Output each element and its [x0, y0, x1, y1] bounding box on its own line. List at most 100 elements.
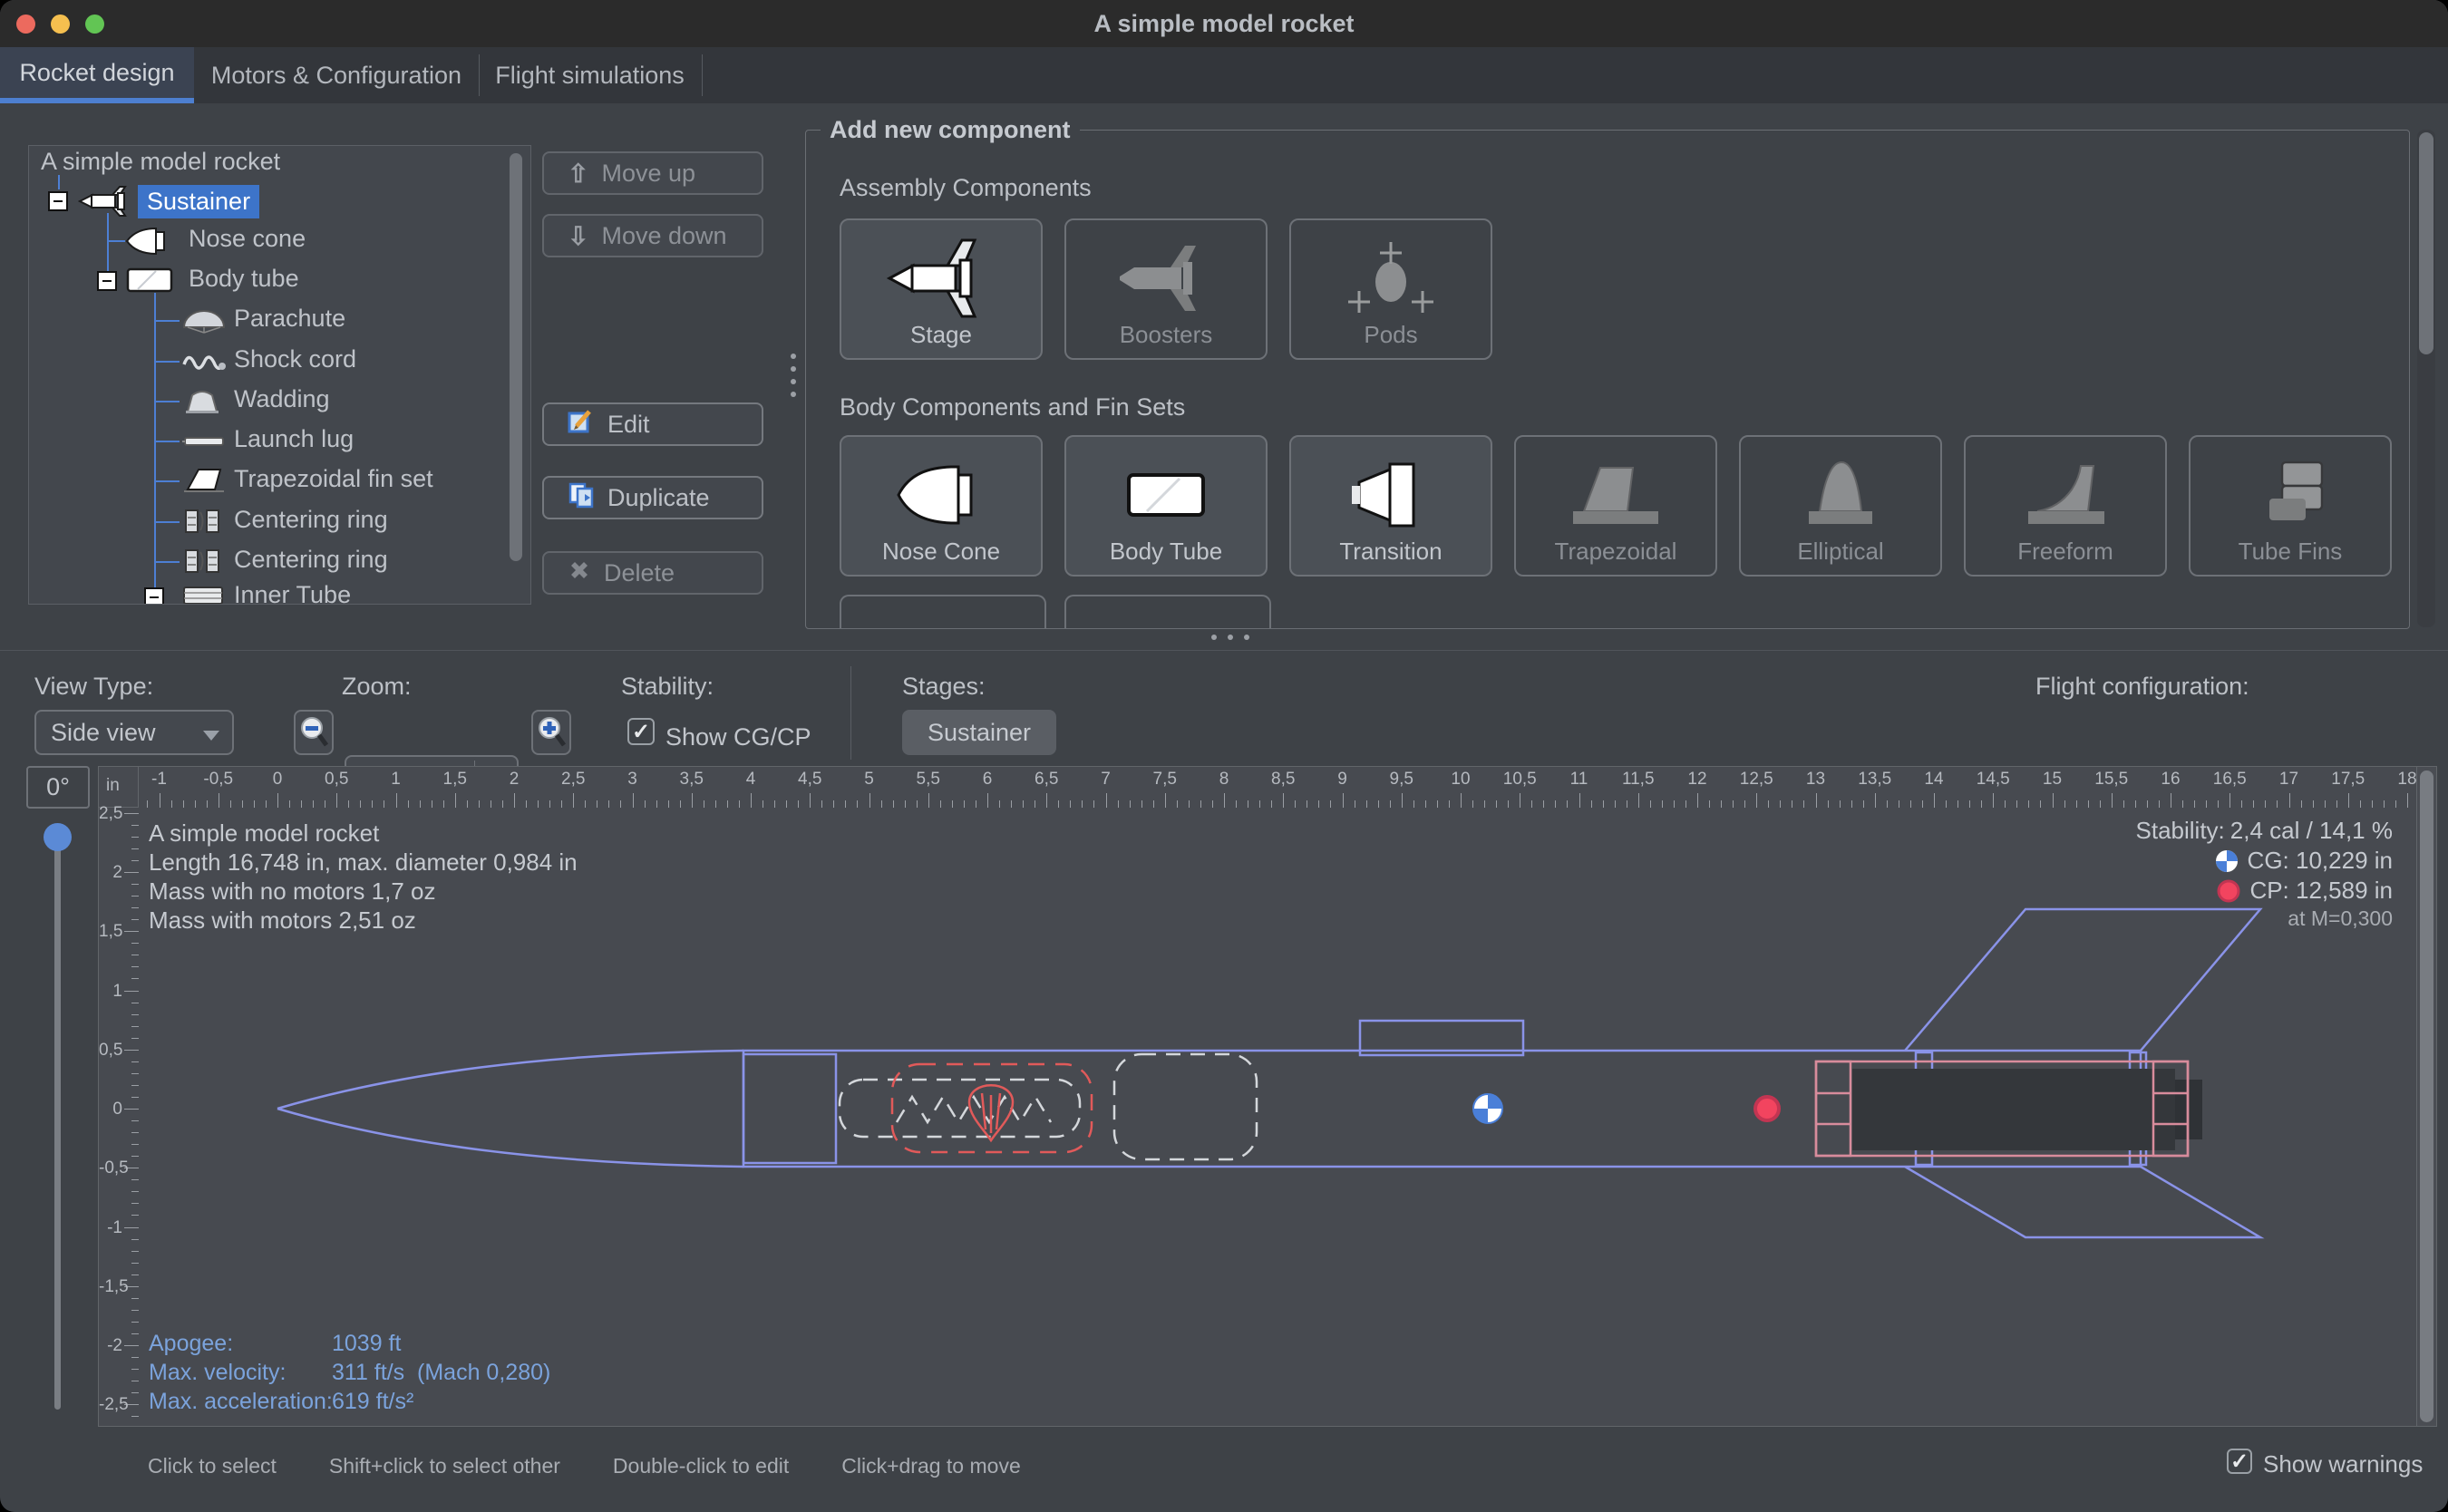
viewport-scrollbar-thumb[interactable]: [2420, 771, 2433, 1422]
title-bar: A simple model rocket: [0, 0, 2448, 47]
move-down-button[interactable]: ⇩ Move down: [542, 214, 763, 257]
tree-connector-line: [58, 175, 60, 189]
zoom-out-button[interactable]: [294, 710, 334, 755]
cp-icon: [2217, 879, 2240, 903]
flight-stat-label: Max. velocity:: [149, 1360, 286, 1386]
tree-item-wadding[interactable]: Wadding: [234, 385, 330, 413]
tree-connector-line: [154, 480, 180, 482]
pods-icon: [1291, 233, 1491, 324]
freeform-fin-icon: [1966, 450, 2165, 540]
zoom-in-button[interactable]: [531, 710, 571, 755]
horizontal-splitter-handle[interactable]: [1211, 635, 1249, 640]
component-card-stage[interactable]: Stage: [840, 218, 1043, 360]
vertical-splitter-handle[interactable]: [791, 354, 796, 397]
streamer-component: [892, 1064, 1092, 1152]
component-card-nose-cone[interactable]: Nose Cone: [840, 435, 1043, 577]
stage-icon: [841, 233, 1041, 324]
view-type-label: View Type:: [34, 673, 153, 701]
interaction-hint: Shift+click to select other: [329, 1454, 560, 1478]
tree-item-centering-ring[interactable]: Centering ring: [234, 546, 388, 574]
edit-pencil-icon: [568, 408, 595, 441]
move-up-button[interactable]: ⇧ Move up: [542, 151, 763, 195]
mach-note: at M=0,300: [2288, 906, 2393, 931]
show-cgcp-checkbox[interactable]: ✓: [627, 718, 655, 745]
view-type-dropdown[interactable]: Side view: [34, 710, 234, 755]
parachute-outline: [1114, 1054, 1257, 1159]
component-card-trapezoidal[interactable]: Trapezoidal: [1514, 435, 1717, 577]
tree-connector-line: [154, 361, 180, 363]
tree-item-inner-tube[interactable]: Inner Tube: [234, 581, 351, 605]
cg-marker: [1473, 1094, 1502, 1123]
body-tube-icon: [125, 266, 174, 299]
partial-card[interactable]: [1064, 595, 1271, 628]
delete-button[interactable]: Delete: [542, 551, 763, 595]
tree-item-trapezoidal-fin-set[interactable]: Trapezoidal fin set: [234, 465, 433, 493]
tree-item-shock-cord[interactable]: Shock cord: [234, 345, 356, 373]
show-warnings-checkbox[interactable]: ✓: [2227, 1449, 2252, 1474]
stage-toggle-sustainer[interactable]: Sustainer: [902, 710, 1056, 755]
stages-label: Stages:: [902, 673, 986, 701]
lower-fin-outline: [1905, 1167, 2260, 1237]
zoom-in-icon: [536, 715, 567, 750]
flight-configuration-label: Flight configuration:: [2035, 673, 2249, 701]
tree-item-centering-ring[interactable]: Centering ring: [234, 506, 388, 534]
show-cgcp-label: Show CG/CP: [665, 723, 811, 751]
rotation-slider-knob[interactable]: [44, 823, 72, 851]
flight-stat-value: 619 ft/s²: [332, 1389, 413, 1415]
zoom-label: Zoom:: [342, 673, 412, 701]
motor-body: [1852, 1069, 2175, 1150]
component-card-tube-fins[interactable]: Tube Fins: [2189, 435, 2392, 577]
rocket-info-line: Length 16,748 in, max. diameter 0,984 in: [149, 848, 578, 877]
rocket-info-line: Mass with no motors 1,7 oz: [149, 877, 435, 906]
hint-bar: Click to select Shift+click to select oth…: [148, 1454, 1021, 1478]
add-component-title: Add new component: [821, 116, 1080, 144]
viewport-scrollbar-track[interactable]: [2416, 767, 2436, 1426]
transition-icon: [1291, 450, 1491, 540]
wadding-icon: [180, 386, 224, 420]
elliptical-fin-icon: [1741, 450, 1940, 540]
flight-stat-label: Apogee:: [149, 1331, 233, 1357]
tree-expander[interactable]: [144, 587, 164, 605]
add-component-scrollbar-thumb[interactable]: [2419, 132, 2433, 354]
edit-button[interactable]: Edit: [542, 402, 763, 446]
component-tree-panel: A simple model rocket Sustainer Nose cone B…: [28, 145, 531, 605]
add-component-scrollbar-track[interactable]: [2417, 130, 2435, 627]
body-components-label: Body Components and Fin Sets: [840, 393, 1185, 422]
tab-flight-simulations[interactable]: Flight simulations: [479, 47, 701, 103]
tab-rocket-design[interactable]: Rocket design: [0, 47, 194, 103]
tube-fins-icon: [2191, 450, 2390, 540]
splitter-divider: [0, 650, 2448, 651]
rocket-info-line: Mass with motors 2,51 oz: [149, 906, 416, 935]
tab-motors-configuration[interactable]: Motors & Configuration: [194, 47, 479, 103]
delete-cross-icon: [568, 558, 591, 588]
show-warnings-label: Show warnings: [2263, 1450, 2423, 1478]
rotation-angle-field[interactable]: 0°: [26, 766, 90, 809]
nose-shoulder-outline: [743, 1054, 836, 1163]
rocket-design-viewport[interactable]: in: [98, 766, 2437, 1427]
duplicate-button[interactable]: Duplicate: [542, 476, 763, 519]
tree-scrollbar[interactable]: [510, 153, 522, 561]
tree-item-launch-lug[interactable]: Launch lug: [234, 425, 354, 453]
tree-expander[interactable]: [97, 271, 117, 291]
component-card-boosters[interactable]: Boosters: [1064, 218, 1268, 360]
tree-expander[interactable]: [48, 191, 68, 211]
component-card-elliptical[interactable]: Elliptical: [1739, 435, 1942, 577]
flight-stat-value: 311 ft/s (Mach 0,280): [332, 1360, 550, 1386]
rotation-slider-track[interactable]: [54, 825, 61, 1410]
arrow-up-icon: ⇧: [568, 159, 588, 189]
app-window: A simple model rocket Rocket design Moto…: [0, 0, 2448, 1512]
tree-item-parachute[interactable]: Parachute: [234, 305, 345, 333]
tree-item-body-tube[interactable]: Body tube: [189, 265, 299, 293]
tree-item-sustainer[interactable]: Sustainer: [138, 185, 259, 218]
tree-root-item[interactable]: A simple model rocket: [41, 148, 280, 176]
component-card-pods[interactable]: Pods: [1289, 218, 1492, 360]
component-card-freeform[interactable]: Freeform: [1964, 435, 2167, 577]
tree-connector-line: [154, 441, 180, 442]
cg-readout: CG: 10,229 in: [2215, 847, 2393, 875]
interaction-hint: Click to select: [148, 1454, 277, 1478]
tree-item-nose-cone[interactable]: Nose cone: [189, 225, 306, 253]
tree-connector-line: [154, 320, 180, 322]
component-card-body-tube[interactable]: Body Tube: [1064, 435, 1268, 577]
partial-card[interactable]: [840, 595, 1046, 628]
component-card-transition[interactable]: Transition: [1289, 435, 1492, 577]
